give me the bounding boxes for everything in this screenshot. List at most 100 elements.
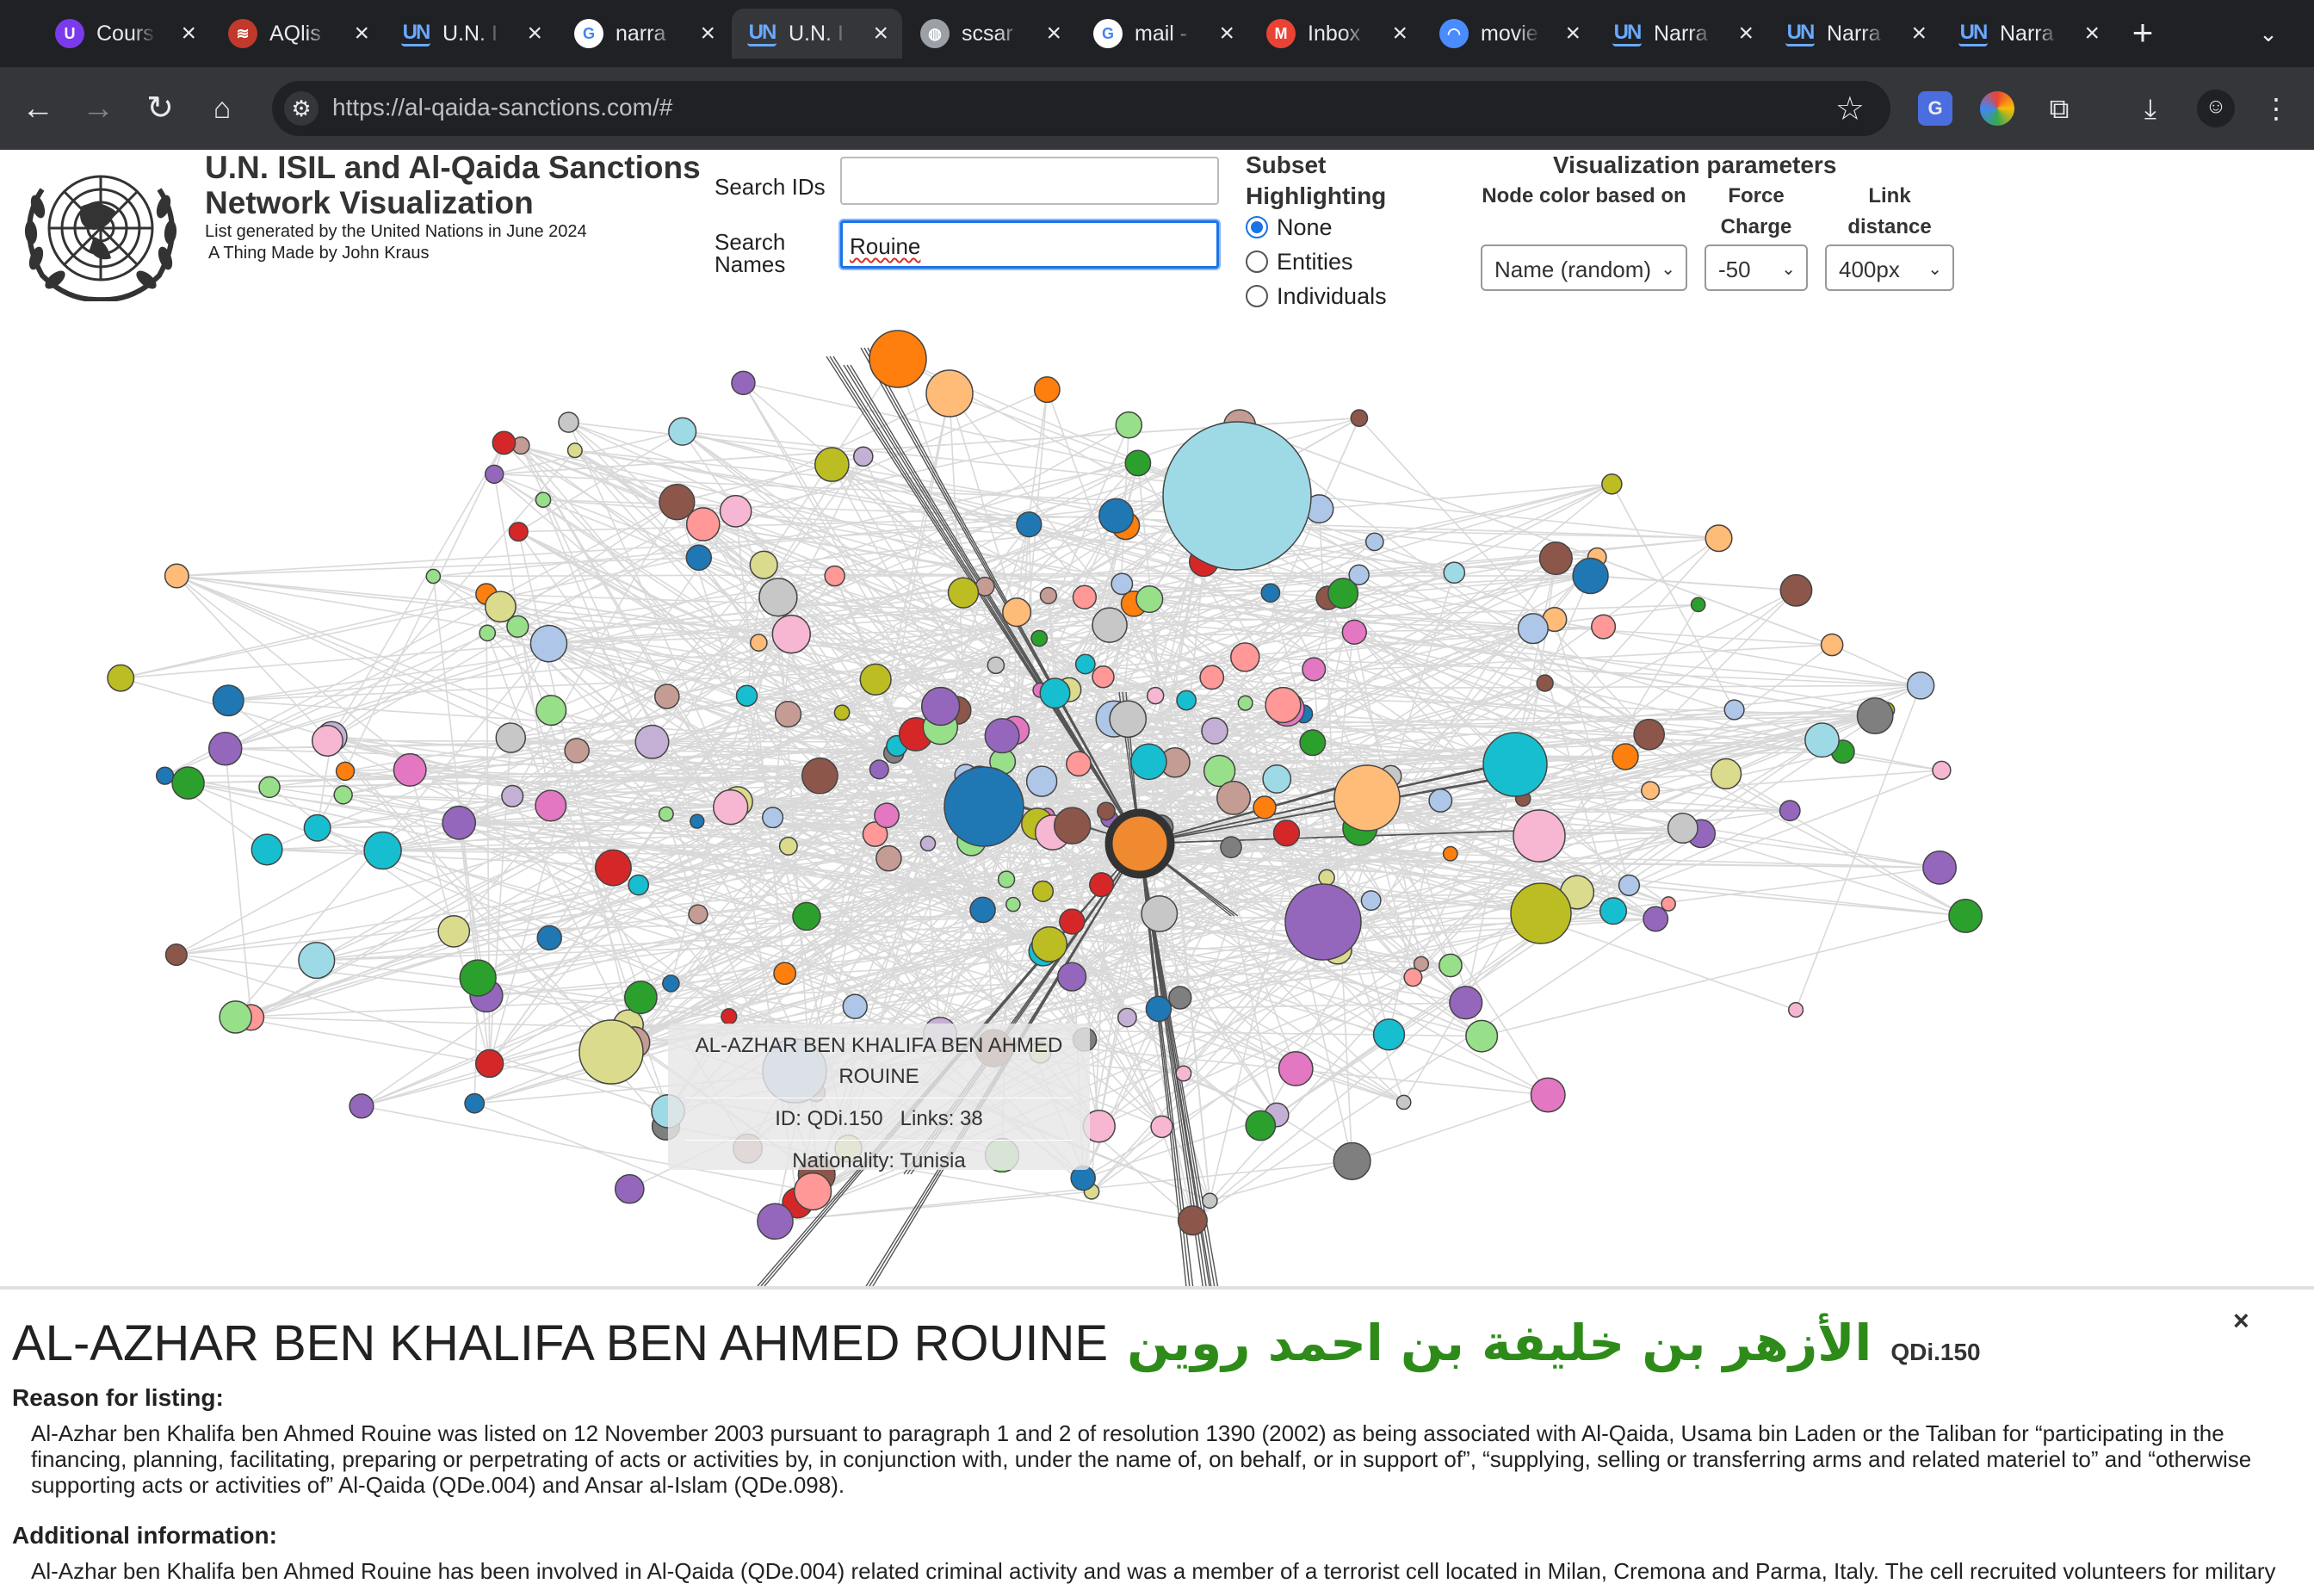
graph-node[interactable] [1351, 410, 1367, 426]
graph-node[interactable] [686, 545, 711, 570]
radio-individuals[interactable]: Individuals [1246, 281, 1387, 312]
browser-tab[interactable]: UNNarra× [1943, 9, 2113, 59]
graph-node[interactable] [1067, 752, 1091, 776]
graph-node[interactable] [815, 448, 849, 481]
radio-none-indicator[interactable] [1246, 216, 1268, 238]
graph-node[interactable] [1279, 1052, 1313, 1086]
graph-node[interactable] [1319, 869, 1334, 885]
graph-node[interactable] [1092, 608, 1127, 642]
graph-node[interactable] [1724, 700, 1744, 720]
color-extension-icon[interactable] [1980, 91, 2014, 126]
graph-node[interactable] [732, 371, 755, 394]
graph-node[interactable] [1148, 688, 1164, 704]
graph-node[interactable] [1040, 678, 1070, 708]
graph-node[interactable] [795, 1173, 832, 1210]
tab-close-icon[interactable]: × [700, 19, 715, 48]
tab-close-icon[interactable]: × [2084, 19, 2100, 48]
graph-node[interactable] [628, 875, 648, 894]
profile-avatar-icon[interactable]: ☺ [2197, 90, 2235, 127]
address-bar[interactable]: ⚙ https://al-qaida-sanctions.com/# ☆ [272, 81, 1890, 136]
graph-node[interactable] [442, 807, 475, 839]
graph-node[interactable] [1668, 813, 1698, 843]
graph-node[interactable] [486, 591, 516, 622]
graph-node[interactable] [1099, 498, 1134, 533]
graph-node[interactable] [166, 944, 188, 966]
graph-node[interactable] [1274, 820, 1300, 846]
graph-node[interactable] [1923, 851, 1956, 884]
network-graph[interactable] [0, 313, 2314, 1298]
home-icon[interactable]: ⌂ [200, 86, 244, 131]
tab-close-icon[interactable]: × [1911, 19, 1927, 48]
graph-node[interactable] [1519, 614, 1549, 644]
graph-node[interactable] [1429, 789, 1451, 812]
graph-node[interactable] [172, 767, 204, 799]
graph-node[interactable] [1060, 909, 1085, 934]
graph-node[interactable] [1027, 766, 1057, 796]
graph-node[interactable] [776, 702, 801, 727]
graph-node[interactable] [1263, 765, 1290, 793]
translate-extension-icon[interactable]: G [1918, 91, 1952, 126]
graph-node[interactable] [337, 762, 355, 780]
graph-node[interactable] [1040, 587, 1056, 603]
graph-node[interactable] [689, 905, 708, 924]
graph-node[interactable] [1705, 525, 1732, 552]
graph-node[interactable] [1110, 701, 1146, 737]
graph-node[interactable] [843, 994, 867, 1018]
graph-node[interactable] [1450, 987, 1482, 1019]
graph-node[interactable] [922, 688, 960, 726]
graph-node[interactable] [1142, 896, 1177, 931]
graph-node[interactable] [1035, 377, 1060, 402]
graph-node[interactable] [251, 834, 282, 865]
graph-node[interactable] [157, 767, 174, 784]
browser-tab[interactable]: UNNarra× [1597, 9, 1767, 59]
tab-search-icon[interactable]: ⌄ [2249, 14, 2288, 53]
graph-node[interactable] [970, 897, 995, 922]
graph-node[interactable] [1177, 690, 1196, 709]
graph-node[interactable] [1302, 658, 1326, 681]
graph-node[interactable] [1397, 1095, 1411, 1109]
graph-node[interactable] [1908, 672, 1934, 699]
graph-node[interactable] [1033, 882, 1054, 902]
graph-node[interactable] [1780, 801, 1800, 820]
graph-node[interactable] [1511, 883, 1571, 943]
new-tab-button[interactable]: + [2123, 14, 2162, 53]
graph-node[interactable] [1006, 898, 1020, 912]
graph-node[interactable] [1058, 962, 1086, 991]
graph-node[interactable] [568, 443, 583, 458]
graph-node[interactable] [334, 786, 352, 804]
graph-node[interactable] [763, 807, 783, 828]
graph-node[interactable] [165, 564, 189, 587]
browser-tab[interactable]: UNU.N. I× [732, 9, 902, 59]
node-color-select[interactable]: Name (random)⌄ [1481, 244, 1687, 291]
graph-node[interactable] [1612, 744, 1638, 770]
graph-node[interactable] [721, 1009, 737, 1024]
graph-node[interactable] [1404, 968, 1422, 987]
graph-node[interactable] [350, 1094, 374, 1118]
graph-node[interactable] [1933, 761, 1951, 779]
browser-tab[interactable]: UNU.N. I× [386, 9, 556, 59]
graph-node[interactable] [834, 705, 849, 720]
graph-node[interactable] [876, 846, 901, 871]
browser-tab[interactable]: UCours× [40, 9, 210, 59]
graph-node[interactable] [737, 685, 758, 706]
graph-node[interactable] [750, 551, 777, 578]
radio-entities-indicator[interactable] [1246, 251, 1268, 273]
graph-node[interactable] [780, 838, 798, 856]
graph-node[interactable] [1176, 1066, 1191, 1081]
graph-node[interactable] [565, 739, 589, 763]
graph-node[interactable] [486, 465, 504, 483]
graph-node[interactable] [460, 960, 496, 996]
graph-node[interactable] [299, 943, 335, 979]
graph-node[interactable] [596, 850, 631, 885]
force-charge-select[interactable]: -50⌄ [1705, 244, 1808, 291]
tab-close-icon[interactable]: × [181, 19, 196, 48]
graph-node[interactable] [1017, 512, 1042, 537]
graph-node[interactable] [1333, 1143, 1370, 1180]
tab-close-icon[interactable]: × [1392, 19, 1408, 48]
forward-arrow-icon[interactable]: → [76, 86, 121, 131]
graph-node[interactable] [393, 754, 426, 787]
graph-node[interactable] [259, 776, 280, 797]
graph-node[interactable] [1692, 597, 1705, 611]
graph-node[interactable] [869, 760, 888, 779]
graph-node[interactable] [1163, 422, 1311, 570]
